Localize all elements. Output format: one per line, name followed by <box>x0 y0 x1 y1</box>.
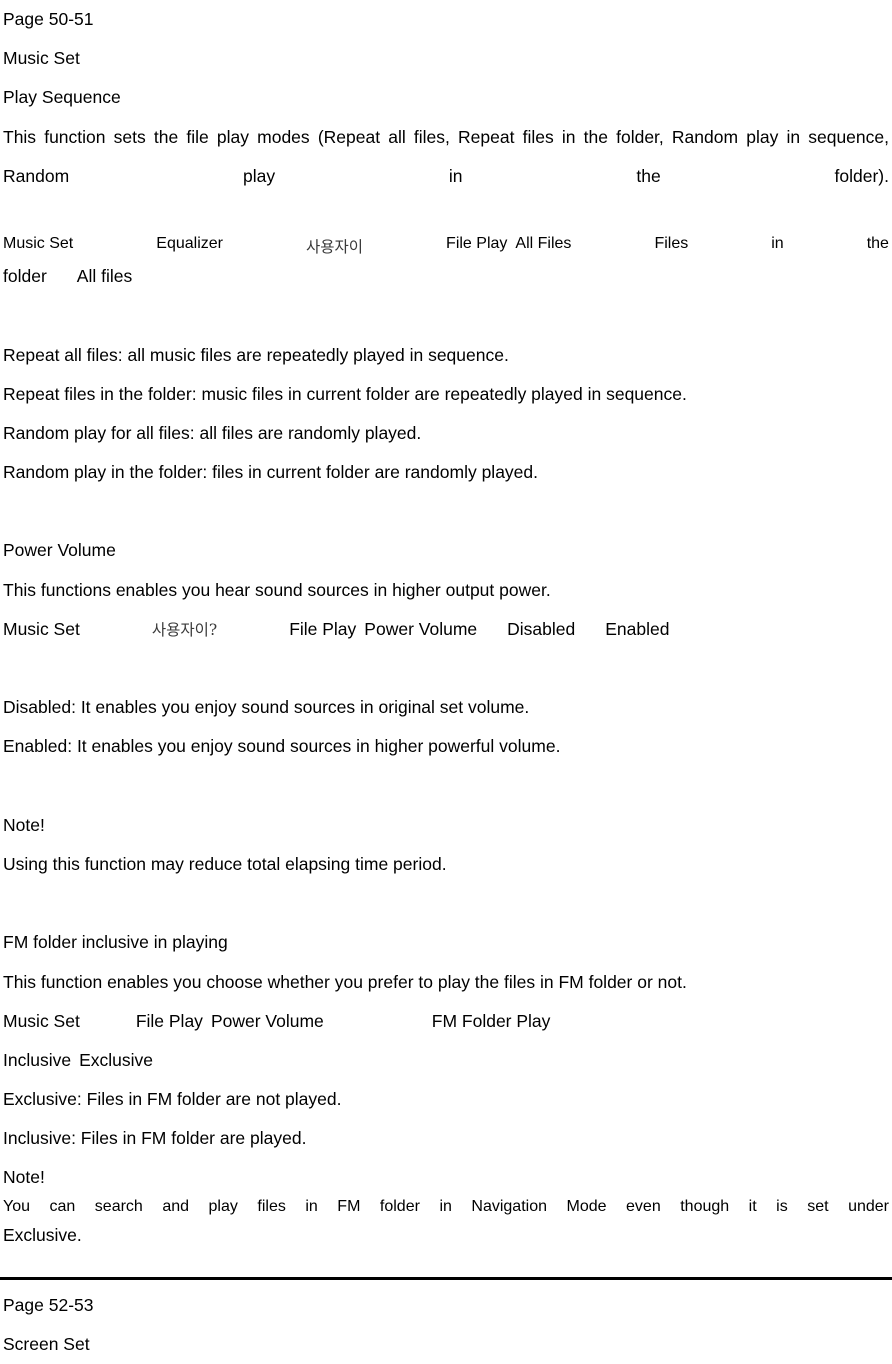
paragraph-play-sequence-description: This function sets the file play modes (… <box>3 126 889 186</box>
heading-music-set: Music Set <box>3 48 80 69</box>
note-word: it <box>748 1197 757 1215</box>
options-inclusive-exclusive: Inclusive Exclusive <box>3 1041 890 1080</box>
menu-path-item-file-play: File Play <box>289 618 357 639</box>
menu-path-item-equalizer: Equalizer <box>156 235 223 253</box>
note-word: folder <box>379 1197 420 1215</box>
option-inclusive: Inclusive <box>3 1049 72 1070</box>
menu-path-item-disabled: Disabled <box>507 618 576 639</box>
paragraph-fm-folder-description: This function enables you choose whether… <box>3 971 687 992</box>
menu-path-item-power-volume: Power Volume <box>364 618 478 639</box>
note-word: though <box>680 1197 730 1215</box>
document-page: Page 50-51 Music Set Play Sequence This … <box>0 0 892 1354</box>
menu-path-item-power-volume: Power Volume <box>210 1010 324 1031</box>
note-word: files <box>257 1197 286 1215</box>
menu-path-play-sequence: Music Set Equalizer 사용자이 File Play All Fi… <box>3 235 889 257</box>
page-marker-50-51: Page 50-51 <box>3 9 94 29</box>
note-word: play <box>208 1197 238 1215</box>
menu-path-item-fm-folder-play: FM Folder Play <box>431 1010 551 1031</box>
option-enabled-description: Enabled: It enables you enjoy sound sour… <box>3 736 561 757</box>
note-word: in <box>305 1197 318 1215</box>
note-text-fm-folder-line1: You can search and play files in FM fold… <box>3 1198 889 1216</box>
menu-path-item-korean: 사용자이? <box>151 620 218 639</box>
note-word: even <box>626 1197 661 1215</box>
menu-path-item-file-play: File Play <box>135 1010 203 1031</box>
option-exclusive: Exclusive <box>79 1049 154 1070</box>
menu-path-item-file-play: File Play <box>446 235 508 253</box>
note-word: Navigation <box>471 1197 547 1215</box>
subheading-play-sequence: Play Sequence <box>3 87 121 108</box>
note-word: search <box>94 1197 143 1215</box>
note-word: under <box>848 1197 889 1215</box>
mode-random-play-all-files: Random play for all files: all files are… <box>3 422 422 443</box>
note-word: can <box>49 1197 76 1215</box>
note-text-fm-folder-line2: Exclusive. <box>3 1224 82 1245</box>
note-word: and <box>162 1197 190 1215</box>
menu-path-item-file-play-all-files: File Play All Files <box>446 235 571 257</box>
page-break-rule <box>0 1276 892 1280</box>
heading-screen-set: Screen Set <box>3 1334 90 1355</box>
note-word: Mode <box>566 1197 607 1215</box>
heading-power-volume: Power Volume <box>3 540 116 561</box>
page-marker-52-53: Page 52-53 <box>3 1294 94 1315</box>
note-label-power-volume: Note! <box>3 814 45 835</box>
menu-path-item-korean: 사용자이 <box>305 238 364 257</box>
menu-path-item-music-set: Music Set <box>3 235 74 253</box>
note-word: is <box>776 1197 788 1215</box>
menu-path-item-all-files-2: All files <box>76 266 133 287</box>
menu-path-fm-folder: Music Set File Play Power Volume FM Fold… <box>3 1002 890 1041</box>
mode-repeat-files-in-folder: Repeat files in the folder: music files … <box>3 383 687 404</box>
note-label-fm-folder: Note! <box>3 1167 45 1188</box>
mode-random-play-in-folder: Random play in the folder: files in curr… <box>3 462 538 483</box>
menu-path-item-folder: folder <box>3 266 47 287</box>
menu-path-item-music-set: Music Set <box>3 1010 80 1031</box>
menu-path-item-enabled: Enabled <box>605 618 670 639</box>
menu-path-item-music-set: Music Set <box>3 618 80 639</box>
note-word: FM <box>337 1197 361 1215</box>
mode-repeat-all-files: Repeat all files: all music files are re… <box>3 344 509 365</box>
option-exclusive-description: Exclusive: Files in FM folder are not pl… <box>3 1089 342 1110</box>
option-disabled-description: Disabled: It enables you enjoy sound sou… <box>3 697 530 718</box>
menu-path-play-sequence-continuation: folder All files <box>3 257 890 296</box>
heading-fm-folder-inclusive: FM folder inclusive in playing <box>3 932 228 953</box>
menu-path-power-volume: Music Set 사용자이? File Play Power Volume D… <box>3 610 890 649</box>
menu-path-item-all-files: All Files <box>515 235 572 253</box>
menu-path-item-in: in <box>771 235 784 253</box>
note-word: in <box>439 1197 452 1215</box>
note-word: You <box>3 1197 30 1215</box>
option-inclusive-description: Inclusive: Files in FM folder are played… <box>3 1128 307 1149</box>
menu-path-item-the: the <box>866 235 889 253</box>
menu-path-item-files: Files <box>654 235 689 253</box>
paragraph-power-volume-description: This functions enables you hear sound so… <box>3 579 551 600</box>
note-word: set <box>807 1197 829 1215</box>
note-text-power-volume: Using this function may reduce total ela… <box>3 853 447 874</box>
